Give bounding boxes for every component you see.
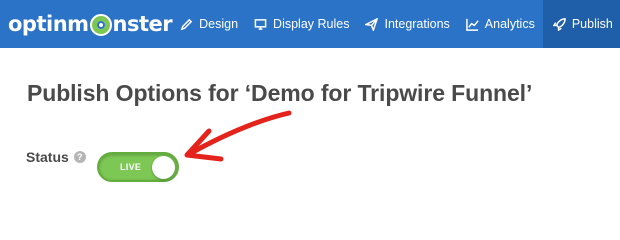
monitor-icon [254, 18, 267, 30]
logo-text-end: nster [112, 12, 173, 36]
status-field: Status ? [26, 149, 86, 165]
nav-item-publish[interactable]: Publish [542, 0, 620, 48]
status-live-toggle[interactable]: LIVE [97, 152, 179, 182]
status-label: Status [26, 149, 69, 165]
nav-item-analytics[interactable]: Analytics [458, 0, 543, 48]
logo-text-start: optinm [8, 12, 89, 36]
nav-item-label: Design [199, 17, 239, 31]
nav-item-label: Integrations [384, 17, 450, 31]
nav-item-label: Publish [571, 17, 613, 31]
pencil-icon [180, 18, 193, 30]
top-navigation-bar: optinm nster Design Display Rules Integra… [0, 0, 620, 48]
rocket-icon [552, 17, 566, 31]
toggle-knob [152, 156, 175, 179]
nav-item-label: Display Rules [273, 17, 350, 31]
paper-plane-icon [365, 17, 379, 31]
chart-icon [465, 18, 479, 31]
nav-item-design[interactable]: Design [172, 0, 246, 48]
annotation-arrow-icon [184, 110, 292, 162]
help-icon[interactable]: ? [73, 151, 86, 163]
optinmonster-logo[interactable]: optinm nster [0, 0, 173, 48]
nav-item-display-rules[interactable]: Display Rules [246, 0, 357, 48]
nav-item-label: Analytics [484, 17, 535, 31]
toggle-label: LIVE [120, 162, 142, 172]
nav-item-integrations[interactable]: Integrations [357, 0, 457, 48]
main-nav: Design Display Rules Integrations Analyt… [172, 0, 620, 48]
monster-mascot-icon [89, 14, 112, 36]
